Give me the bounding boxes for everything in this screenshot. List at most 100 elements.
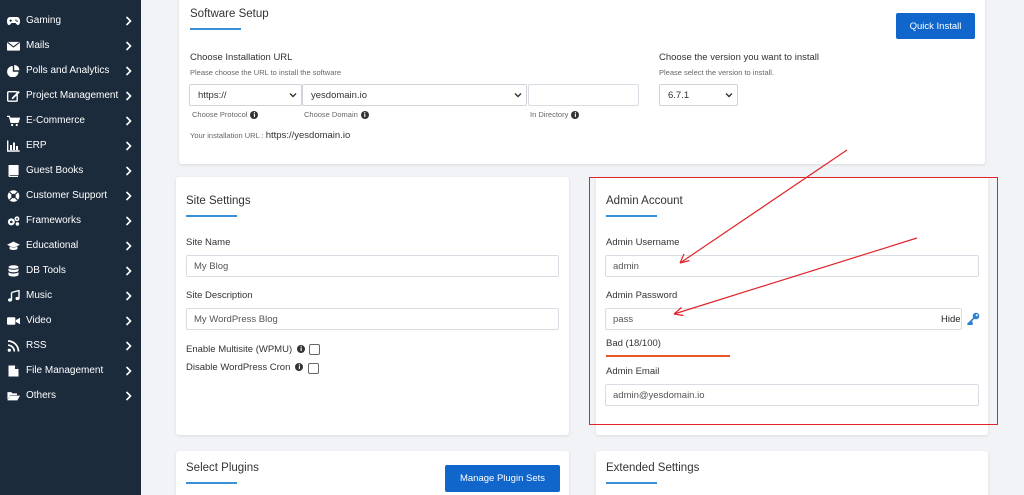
sidebar-item-guest-books[interactable]: Guest Books	[0, 158, 141, 183]
chevron-down-icon	[514, 91, 522, 102]
title-underline	[190, 28, 241, 30]
sidebar-item-frameworks[interactable]: Frameworks	[0, 208, 141, 233]
info-icon[interactable]: i	[295, 363, 304, 372]
video-icon	[6, 315, 20, 327]
sidebar-item-label: Others	[26, 390, 57, 401]
file-icon	[6, 365, 20, 377]
chevron-right-icon	[123, 190, 133, 201]
protocol-select[interactable]: https://	[189, 84, 302, 106]
version-label: Choose the version you want to install	[659, 52, 820, 63]
sidebar-item-music[interactable]: Music	[0, 283, 141, 308]
password-strength-label: Bad (18/100)	[606, 338, 661, 349]
admin-password-label: Admin Password	[606, 290, 678, 301]
key-icon[interactable]	[966, 312, 980, 327]
chevron-right-icon	[123, 140, 133, 151]
bar-chart-icon	[6, 140, 20, 152]
chevron-right-icon	[123, 340, 133, 351]
sidebar-item-label: Customer Support	[26, 190, 108, 201]
sidebar-item-label: ERP	[26, 140, 47, 151]
admin-email-label: Admin Email	[606, 366, 660, 377]
in-directory-label: In Directory i	[530, 110, 580, 120]
sidebar-item-educational[interactable]: Educational	[0, 233, 141, 258]
disable-cron-text: Disable WordPress Cron	[186, 362, 291, 373]
extended-settings-title: Extended Settings	[606, 462, 700, 474]
chevron-right-icon	[123, 315, 133, 326]
info-icon[interactable]: i	[250, 111, 259, 120]
chevron-right-icon	[123, 240, 133, 251]
sidebar-item-erp[interactable]: ERP	[0, 133, 141, 158]
version-select[interactable]: 6.7.1	[659, 84, 738, 106]
sidebar-item-gaming[interactable]: Gaming	[0, 8, 141, 33]
sidebar-item-customer-support[interactable]: Customer Support	[0, 183, 141, 208]
manage-plugin-sets-button[interactable]: Manage Plugin Sets	[445, 465, 560, 492]
site-name-input[interactable]: My Blog	[186, 255, 559, 277]
sidebar-item-label: Gaming	[26, 15, 62, 26]
sidebar-item-label: Polls and Analytics	[26, 65, 110, 76]
chevron-down-icon	[725, 91, 733, 102]
chevron-right-icon	[123, 165, 133, 176]
chevron-right-icon	[123, 290, 133, 301]
admin-username-input[interactable]: admin	[605, 255, 979, 277]
site-name-label: Site Name	[186, 237, 231, 248]
version-hint: Please select the version to install.	[659, 68, 775, 77]
info-icon[interactable]: i	[297, 345, 306, 354]
sidebar-item-label: Music	[26, 290, 53, 301]
sidebar-item-polls-and-analytics[interactable]: Polls and Analytics	[0, 58, 141, 83]
sidebar-item-file-management[interactable]: File Management	[0, 358, 141, 383]
protocol-select-value: https://	[198, 89, 227, 101]
sidebar-item-label: Project Management	[26, 90, 119, 101]
title-underline	[186, 215, 237, 217]
admin-password-input[interactable]: pass	[605, 308, 962, 330]
admin-username-label: Admin Username	[606, 237, 680, 248]
site-description-input[interactable]: My WordPress Blog	[186, 308, 559, 330]
site-settings-title: Site Settings	[186, 195, 251, 207]
admin-email-input[interactable]: admin@yesdomain.io	[605, 384, 979, 406]
sidebar-item-mails[interactable]: Mails	[0, 33, 141, 58]
your-url-value: https://yesdomain.io	[265, 130, 351, 141]
cogs-icon	[6, 215, 20, 227]
multisite-checkbox[interactable]	[309, 344, 320, 355]
install-url-hint: Please choose the URL to install the sof…	[190, 68, 342, 77]
software-setup-title: Software Setup	[190, 8, 269, 20]
choose-domain-text: Choose Domain	[304, 110, 358, 119]
info-icon[interactable]: i	[571, 111, 580, 120]
in-directory-text: In Directory	[530, 110, 569, 119]
title-underline	[606, 215, 657, 217]
sidebar-item-label: Guest Books	[26, 165, 84, 176]
password-strength-bar	[606, 355, 730, 357]
sidebar-item-project-management[interactable]: Project Management	[0, 83, 141, 108]
pie-chart-icon	[6, 64, 20, 77]
sidebar-item-db-tools[interactable]: DB Tools	[0, 258, 141, 283]
gamepad-icon	[6, 15, 20, 27]
sidebar-item-rss[interactable]: RSS	[0, 333, 141, 358]
disable-cron-checkbox[interactable]	[308, 363, 319, 374]
your-url-row: Your installation URL : https://yesdomai…	[190, 130, 350, 141]
domain-select-value: yesdomain.io	[311, 89, 367, 101]
sidebar-item-e-commerce[interactable]: E-Commerce	[0, 108, 141, 133]
choose-domain-label: Choose Domain i	[304, 110, 369, 120]
your-url-label: Your installation URL :	[190, 131, 264, 140]
chevron-right-icon	[123, 15, 133, 26]
info-icon[interactable]: i	[360, 111, 369, 120]
sidebar-item-label: Video	[26, 315, 52, 326]
select-plugins-title: Select Plugins	[186, 462, 259, 474]
envelope-icon	[6, 40, 20, 52]
sidebar-item-video[interactable]: Video	[0, 308, 141, 333]
directory-input[interactable]	[528, 84, 639, 106]
hide-password-toggle[interactable]: Hide	[941, 314, 961, 325]
chevron-right-icon	[123, 215, 133, 226]
disable-cron-label: Disable WordPress Cron i	[186, 362, 304, 373]
choose-protocol-text: Choose Protocol	[192, 110, 248, 119]
lifebuoy-icon	[6, 189, 20, 202]
install-url-label: Choose Installation URL	[190, 52, 293, 63]
multisite-label: Enable Multisite (WPMU) i	[186, 344, 306, 355]
chevron-right-icon	[123, 65, 133, 76]
chevron-right-icon	[123, 40, 133, 51]
sidebar: Gaming Mails Polls and Analytics Project…	[0, 0, 141, 495]
edit-icon	[6, 90, 20, 102]
domain-select[interactable]: yesdomain.io	[302, 84, 527, 106]
quick-install-button[interactable]: Quick Install	[896, 13, 975, 39]
sidebar-item-others[interactable]: Others	[0, 383, 141, 408]
chevron-right-icon	[123, 115, 133, 126]
version-select-value: 6.7.1	[668, 89, 690, 101]
